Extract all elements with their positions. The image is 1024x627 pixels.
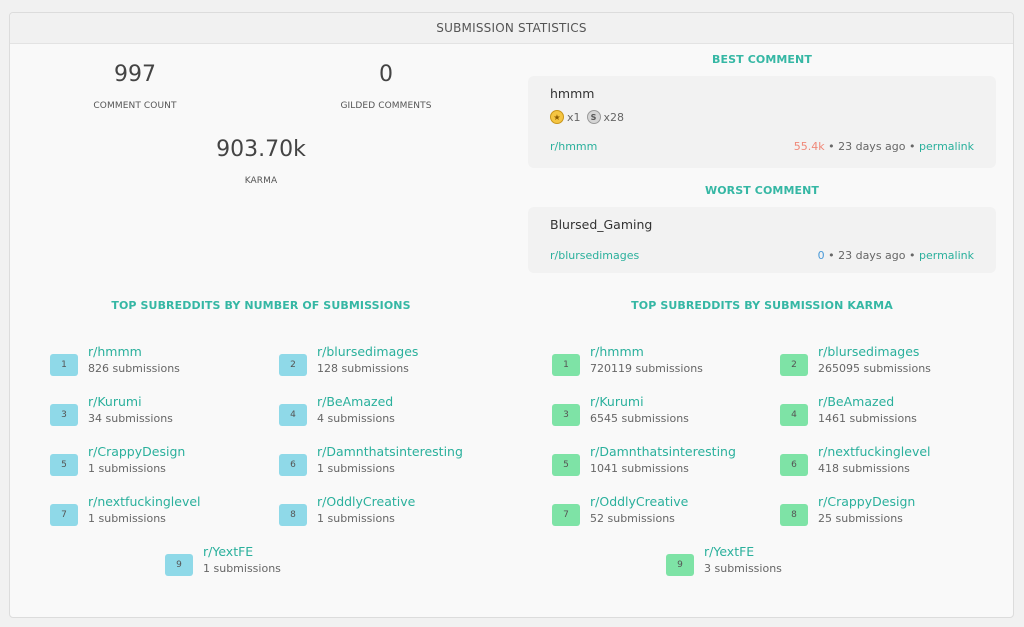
subreddit-link[interactable]: r/nextfuckinglevel: [818, 444, 931, 459]
gilded-comments-label: GILDED COMMENTS: [340, 101, 432, 111]
rank-badge: 2: [780, 354, 808, 376]
best-comment-awards: ★ x1 S x28: [550, 110, 624, 124]
gold-award-icon: ★: [550, 110, 564, 124]
rank-badge: 2: [279, 354, 307, 376]
rank-badge: 3: [552, 404, 580, 426]
submission-count: 4 submissions: [317, 412, 395, 425]
best-comment-title: BEST COMMENT: [712, 53, 812, 66]
subreddit-link[interactable]: r/Damnthatsinteresting: [317, 444, 463, 459]
comment-count-value: 997: [114, 62, 156, 87]
subreddit-link[interactable]: r/hmmm: [590, 344, 644, 359]
submission-count: 6545 submissions: [590, 412, 689, 425]
gilded-comments-stat: 0 GILDED COMMENTS: [286, 62, 486, 111]
submission-count: 128 submissions: [317, 362, 409, 375]
meta-separator: •: [905, 140, 919, 153]
karma-stat: 903.70k KARMA: [161, 137, 361, 186]
comment-count-stat: 997 COMMENT COUNT: [35, 62, 235, 111]
subreddit-link[interactable]: r/hmmm: [88, 344, 142, 359]
best-comment-subreddit-link[interactable]: r/hmmm: [550, 140, 597, 153]
worst-comment-text: Blursed_Gaming: [550, 217, 653, 232]
subreddit-link[interactable]: r/blursedimages: [317, 344, 418, 359]
panel-title: SUBMISSION STATISTICS: [10, 13, 1013, 44]
subreddit-link[interactable]: r/CrappyDesign: [88, 444, 185, 459]
subreddit-link[interactable]: r/YextFE: [704, 544, 754, 559]
subreddit-link[interactable]: r/nextfuckinglevel: [88, 494, 201, 509]
best-comment-meta: 55.4k • 23 days ago • permalink: [794, 140, 974, 153]
submission-count: 826 submissions: [88, 362, 180, 375]
subreddit-link[interactable]: r/Damnthatsinteresting: [590, 444, 736, 459]
submission-count: 34 submissions: [88, 412, 173, 425]
subreddit-link[interactable]: r/BeAmazed: [317, 394, 393, 409]
submission-count: 720119 submissions: [590, 362, 703, 375]
subreddit-link[interactable]: r/OddlyCreative: [317, 494, 415, 509]
submission-count: 265095 submissions: [818, 362, 931, 375]
submission-count: 52 submissions: [590, 512, 675, 525]
top-by-count-title: TOP SUBREDDITS BY NUMBER OF SUBMISSIONS: [111, 299, 411, 312]
subreddit-link[interactable]: r/OddlyCreative: [590, 494, 688, 509]
subreddit-link[interactable]: r/YextFE: [203, 544, 253, 559]
best-comment-card: hmmm ★ x1 S x28 r/hmmm 55.4k • 23 days a…: [528, 76, 996, 168]
comment-count-label: COMMENT COUNT: [93, 101, 177, 111]
submission-count: 1041 submissions: [590, 462, 689, 475]
submission-count: 3 submissions: [704, 562, 782, 575]
submission-count: 1 submissions: [317, 462, 395, 475]
subreddit-link[interactable]: r/CrappyDesign: [818, 494, 915, 509]
submission-count: 1 submissions: [317, 512, 395, 525]
rank-badge: 5: [552, 454, 580, 476]
rank-badge: 7: [552, 504, 580, 526]
submission-count: 1 submissions: [88, 462, 166, 475]
meta-separator: •: [824, 140, 839, 153]
subreddit-link[interactable]: r/BeAmazed: [818, 394, 894, 409]
worst-comment-meta: 0 • 23 days ago • permalink: [818, 249, 974, 262]
meta-separator: •: [905, 249, 919, 262]
best-comment-permalink[interactable]: permalink: [919, 140, 974, 153]
rank-badge: 1: [50, 354, 78, 376]
rank-badge: 6: [780, 454, 808, 476]
rank-badge: 8: [279, 504, 307, 526]
best-comment-age: 23 days ago: [838, 140, 906, 153]
worst-comment-permalink[interactable]: permalink: [919, 249, 974, 262]
rank-badge: 5: [50, 454, 78, 476]
best-comment-text: hmmm: [550, 86, 595, 101]
subreddit-link[interactable]: r/blursedimages: [818, 344, 919, 359]
subreddit-link[interactable]: r/Kurumi: [88, 394, 142, 409]
top-by-karma-title: TOP SUBREDDITS BY SUBMISSION KARMA: [631, 299, 893, 312]
submission-count: 1461 submissions: [818, 412, 917, 425]
submission-count: 418 submissions: [818, 462, 910, 475]
rank-badge: 6: [279, 454, 307, 476]
worst-comment-score: 0: [817, 249, 825, 262]
subreddit-link[interactable]: r/Kurumi: [590, 394, 644, 409]
karma-label: KARMA: [244, 176, 278, 186]
silver-award-count: x28: [603, 110, 625, 124]
gilded-comments-value: 0: [379, 62, 393, 87]
submission-count: 1 submissions: [203, 562, 281, 575]
rank-badge: 8: [780, 504, 808, 526]
worst-comment-title: WORST COMMENT: [704, 184, 820, 197]
rank-badge: 4: [780, 404, 808, 426]
submission-count: 1 submissions: [88, 512, 166, 525]
karma-value: 903.70k: [216, 137, 306, 162]
worst-comment-subreddit-link[interactable]: r/blursedimages: [550, 249, 639, 262]
rank-badge: 7: [50, 504, 78, 526]
worst-comment-age: 23 days ago: [838, 249, 906, 262]
rank-badge: 4: [279, 404, 307, 426]
silver-award-icon: S: [586, 110, 601, 124]
rank-badge: 9: [165, 554, 193, 576]
meta-separator: •: [824, 249, 839, 262]
rank-badge: 1: [552, 354, 580, 376]
rank-badge: 3: [50, 404, 78, 426]
gold-award-count: x1: [567, 110, 581, 124]
best-comment-score: 55.4k: [793, 140, 825, 153]
rank-badge: 9: [666, 554, 694, 576]
worst-comment-card: Blursed_Gaming r/blursedimages 0 • 23 da…: [528, 207, 996, 273]
submission-count: 25 submissions: [818, 512, 903, 525]
